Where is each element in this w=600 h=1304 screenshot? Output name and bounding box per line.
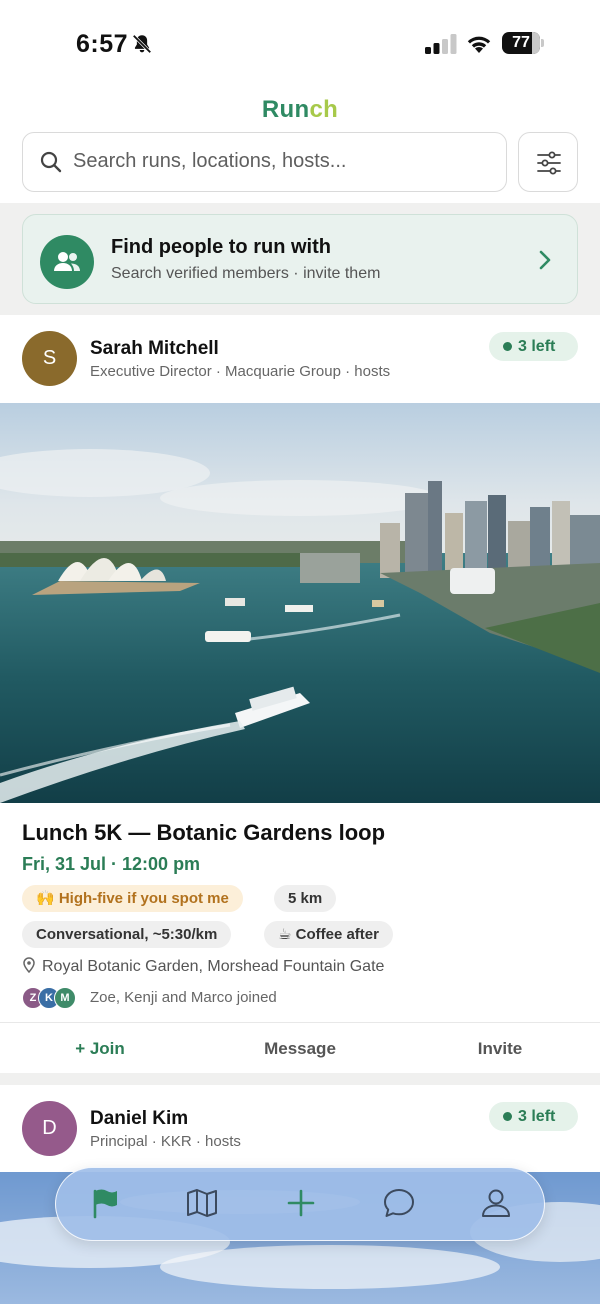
- joined-text: Zoe, Kenji and Marco joined: [90, 989, 277, 1006]
- spots-left-text: 3 left: [518, 338, 556, 355]
- run-datetime: Fri, 31 Jul · 12:00 pm: [22, 854, 201, 874]
- logo-text-part1: Run: [261, 96, 310, 123]
- sliders-icon: [537, 151, 561, 175]
- profile-icon[interactable]: [478, 1185, 514, 1221]
- people-icon-circle: [40, 235, 94, 289]
- find-people-banner[interactable]: Find people to run with Search verified …: [22, 214, 578, 304]
- status-dot: [503, 342, 512, 351]
- tag-chip: 5 km: [274, 885, 337, 912]
- chat-icon[interactable]: [381, 1185, 417, 1221]
- run-location-photo[interactable]: [0, 403, 600, 803]
- search-icon: [40, 151, 62, 173]
- people-icon: [54, 252, 80, 271]
- search-input[interactable]: [73, 133, 493, 190]
- signal-icon: [425, 34, 457, 54]
- host-subtitle: Principal · KKR · hosts: [90, 1133, 241, 1150]
- find-people-subtitle: Search verified members · invite them: [111, 265, 381, 282]
- bell-slash-icon: [132, 34, 152, 54]
- app-logo: Runch: [0, 96, 600, 124]
- spots-left-badge: 3 left: [489, 1102, 578, 1131]
- spots-left-text: 3 left: [518, 1108, 556, 1125]
- run-location[interactable]: Royal Botanic Garden, Morshead Fountain …: [22, 957, 384, 976]
- host-name[interactable]: Daniel Kim: [90, 1108, 188, 1130]
- bottom-nav: [55, 1167, 545, 1241]
- avatar[interactable]: D: [22, 1101, 77, 1156]
- join-button[interactable]: + Join: [0, 1039, 200, 1059]
- battery-level: 77: [512, 34, 530, 51]
- status-bar: 6:57 77: [0, 0, 600, 90]
- spots-left-badge: 3 left: [489, 332, 578, 361]
- avatar[interactable]: S: [22, 331, 77, 386]
- status-time: 6:57: [76, 30, 129, 58]
- battery-icon: 77: [502, 32, 544, 56]
- filter-button[interactable]: [518, 132, 578, 192]
- run-post-card: S Sarah Mitchell Executive Director · Ma…: [0, 315, 600, 1073]
- tag-chip: 🙌 High-five if you spot me: [22, 885, 243, 912]
- wifi-icon: [467, 36, 491, 53]
- run-title[interactable]: Lunch 5K — Botanic Gardens loop: [22, 820, 385, 846]
- host-subtitle: Executive Director · Macquarie Group · h…: [90, 363, 391, 380]
- find-people-title: Find people to run with: [111, 236, 331, 258]
- search-bar[interactable]: [22, 132, 507, 192]
- message-button[interactable]: Message: [200, 1039, 400, 1059]
- status-dot: [503, 1112, 512, 1121]
- tag-chip: ☕ Coffee after: [264, 921, 393, 948]
- avatar: M: [54, 987, 76, 1009]
- location-pin-icon: [23, 957, 35, 973]
- chevron-right-icon: [539, 250, 551, 270]
- plus-icon[interactable]: [283, 1185, 319, 1221]
- invite-button[interactable]: Invite: [400, 1039, 600, 1059]
- divider: [0, 1022, 600, 1023]
- flag-icon[interactable]: [87, 1185, 123, 1221]
- tag-chip: Conversational, ~5:30/km: [22, 921, 232, 948]
- location-text: Royal Botanic Garden, Morshead Fountain …: [42, 958, 385, 975]
- logo-text-part2: ch: [309, 96, 339, 123]
- host-name[interactable]: Sarah Mitchell: [90, 338, 219, 360]
- map-icon[interactable]: [184, 1185, 220, 1221]
